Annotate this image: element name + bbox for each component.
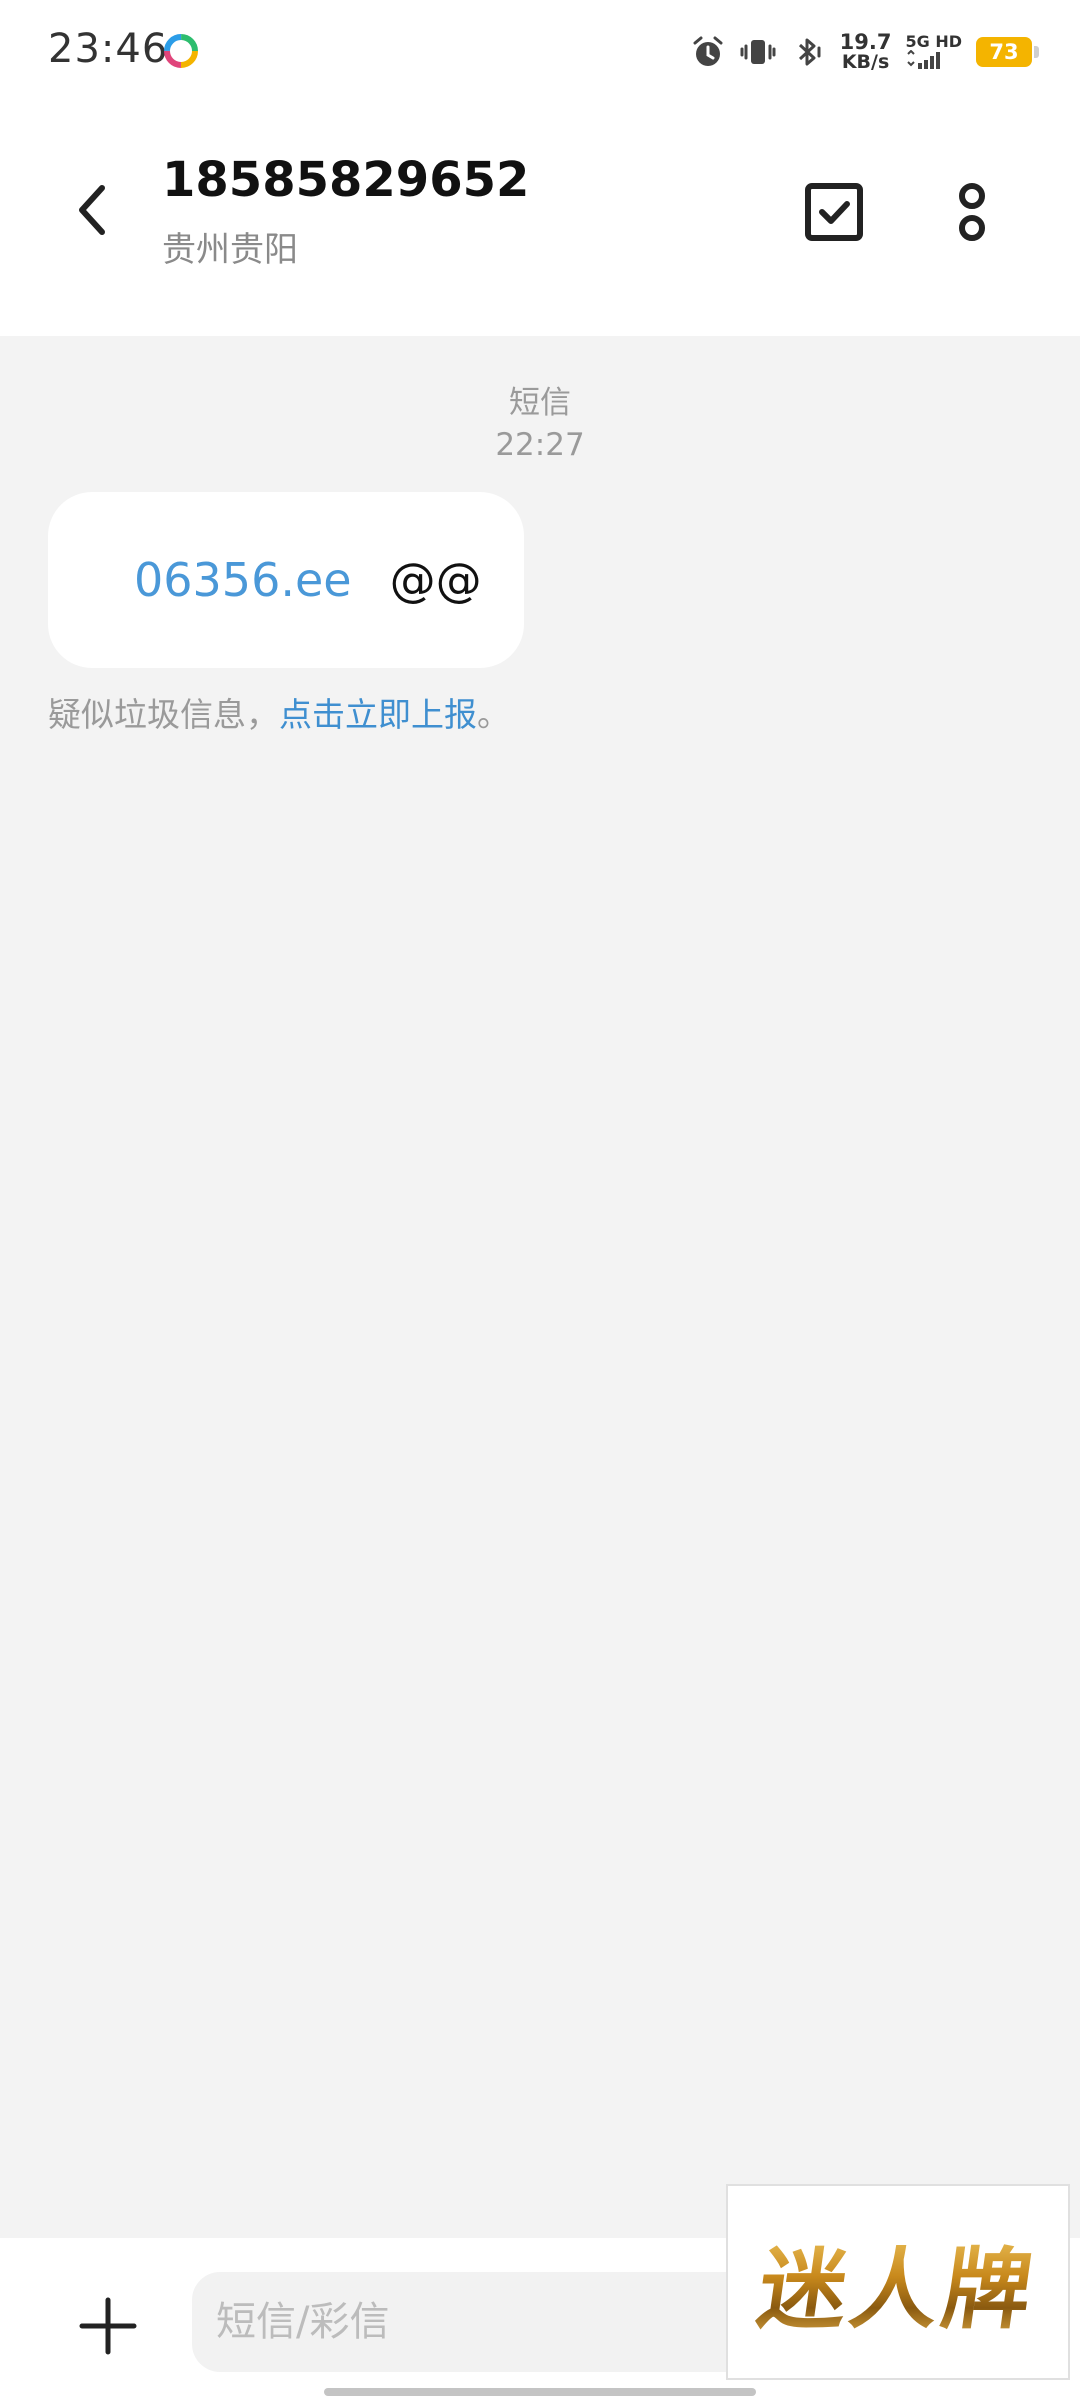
vibrate-icon: [740, 40, 776, 64]
messaging-screen: 23:46 19.7 KB/s 5G HD 73 18585829652 贵州贵…: [0, 0, 1080, 2400]
watermark-logo: 迷人牌: [726, 2184, 1070, 2380]
signal-indicator: 5G HD: [905, 34, 962, 70]
home-indicator[interactable]: [324, 2388, 756, 2396]
spam-notice-prefix: 疑似垃圾信息，: [48, 695, 279, 734]
signal-label: 5G HD: [905, 32, 962, 51]
spam-notice: 疑似垃圾信息，点击立即上报。: [48, 688, 510, 736]
status-bar: 23:46 19.7 KB/s 5G HD 73: [0, 0, 1080, 104]
status-icons: 19.7 KB/s 5G HD 73: [690, 28, 1039, 76]
status-time: 23:46: [48, 26, 169, 72]
app-notification-icon: [164, 34, 198, 68]
back-button[interactable]: [56, 174, 128, 246]
network-speed-unit: KB/s: [841, 51, 890, 73]
add-attachment-button[interactable]: [70, 2288, 146, 2364]
signal-bars-icon: [907, 50, 941, 69]
select-messages-button[interactable]: [796, 174, 872, 250]
watermark-text: 迷人牌: [751, 2219, 1045, 2346]
alarm-icon: [693, 36, 723, 66]
report-spam-link[interactable]: 点击立即上报: [279, 695, 477, 734]
message-meta: 短信 22:27: [0, 382, 1080, 466]
spam-notice-suffix: 。: [477, 695, 510, 734]
message-link[interactable]: 06356.ee: [134, 553, 352, 607]
more-options-button[interactable]: [934, 174, 1010, 250]
battery-indicator: 73: [976, 37, 1039, 67]
checkbox-icon: [805, 183, 863, 241]
back-arrow-icon: [79, 185, 105, 235]
contact-number: 18585829652: [162, 152, 530, 208]
conversation-header: 18585829652 贵州贵阳: [0, 104, 1080, 336]
more-options-icon: [959, 183, 985, 241]
network-speed: 19.7 KB/s: [840, 32, 892, 72]
message-type: 短信: [509, 385, 571, 421]
plus-icon: [79, 2297, 137, 2355]
message-list[interactable]: 短信 22:27 06356.ee @@ 疑似垃圾信息，点击立即上报。: [0, 336, 1080, 2236]
bluetooth-icon: [798, 38, 821, 66]
message-text: @@: [389, 553, 482, 607]
message-bubble[interactable]: 06356.ee @@: [48, 492, 524, 668]
message-timestamp: 22:27: [495, 427, 585, 463]
contact-location: 贵州贵阳: [162, 230, 298, 270]
network-speed-value: 19.7: [839, 30, 892, 54]
